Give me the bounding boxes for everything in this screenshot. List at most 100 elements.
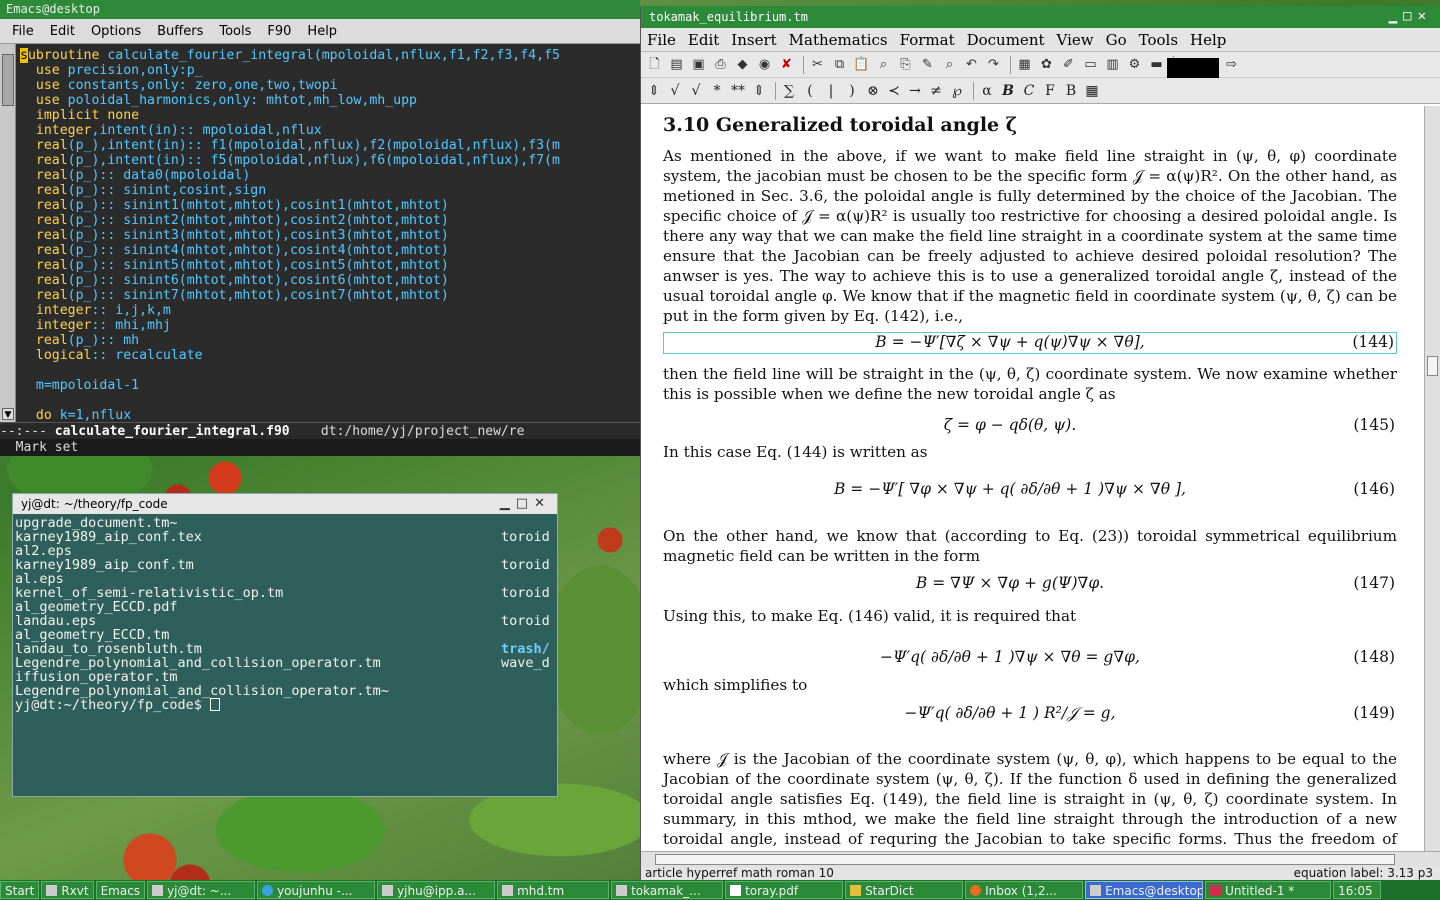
emacs-menu-buffers[interactable]: Buffers [149,24,211,39]
start-button[interactable]: Start [0,881,40,899]
math-tool-sub[interactable]: * [708,81,726,101]
math-tool-cal[interactable]: C [1020,81,1038,101]
scroll-thumb[interactable] [1427,356,1438,376]
terminal-title-bar[interactable]: yj@dt: ~/theory/fp_code ▁□✕ [13,494,557,514]
code-line[interactable]: real(p_):: data0(mpoloidal) [20,168,638,183]
forward-icon[interactable]: ⇨ [1222,55,1241,74]
tm-menu-document[interactable]: Document [961,31,1051,49]
emacs-scroll-thumb[interactable] [2,54,14,106]
task-mhd[interactable]: mhd.tm [497,881,610,899]
spell-icon[interactable]: ✎ [918,55,937,74]
task-terminal[interactable]: yj@dt: ~... [147,881,256,899]
code-line[interactable] [20,363,638,378]
open-icon[interactable]: ▤ [667,55,686,74]
math-tool-bbb[interactable]: B [1062,81,1080,101]
package-icon[interactable]: ◉ [755,55,774,74]
code-line[interactable]: integer:: i,j,k,m [20,303,638,318]
terminal-window[interactable]: yj@dt: ~/theory/fp_code ▁□✕ upgrade_docu… [12,493,558,797]
tm-menu-go[interactable]: Go [1100,31,1133,49]
code-line[interactable]: real(p_):: sinint,cosint,sign [20,183,638,198]
cancel-icon[interactable]: ✘ [777,55,796,74]
math-tool-otimes[interactable]: ⊗ [864,81,882,101]
code-line[interactable]: real(p_):: sinint7(mhtot,mhtot),cosint7(… [20,288,638,303]
tm-menu-file[interactable]: File [641,31,682,49]
math-tool-bold[interactable]: B [999,81,1017,101]
new-document-icon[interactable]: 🗋 [645,55,664,74]
style-icon[interactable]: ◆ [733,55,752,74]
equation-144[interactable]: B = −Ψ′[∇ζ × ∇ψ + q(ψ)∇ψ × ∇θ], (144) [663,332,1397,354]
math-tool-5[interactable]: ⇕ [750,81,768,101]
code-line[interactable]: m=mpoloidal-1 [20,378,638,393]
code-line[interactable]: subroutine calculate_fourier_integral(mp… [20,48,638,63]
paste-icon[interactable]: 📋 [852,55,871,74]
tm-menu-edit[interactable]: Edit [682,31,725,49]
minimize-icon[interactable]: ▁ [1389,8,1403,24]
code-line[interactable]: real(p_):: sinint6(mhtot,mhtot),cosint6(… [20,273,638,288]
launcher-rxvt[interactable]: Rxvt [41,881,94,899]
code-line[interactable]: implicit none [20,108,638,123]
code-line[interactable]: real(p_):: sinint1(mhtot,mhtot),cosint1(… [20,198,638,213]
math-tool-greek[interactable]: α [978,81,996,101]
document-horizontal-scrollbar[interactable] [641,851,1440,867]
paragraph-1[interactable]: As mentioned in the above, if we want to… [663,146,1397,326]
math-tool-neq[interactable]: ≠ [927,81,945,101]
task-untitled[interactable]: Untitled-1 * [1205,881,1332,899]
find-icon[interactable]: ⌕ [940,55,959,74]
paragraph-3[interactable]: In this case Eq. (144) is written as [663,442,1397,462]
tm-menu-help[interactable]: Help [1184,31,1232,49]
emacs-menu-f90[interactable]: F90 [259,24,299,39]
math-tool-sqrt[interactable]: √ [666,81,684,101]
tm-menu-view[interactable]: View [1051,31,1100,49]
document-vertical-scrollbar[interactable] [1424,106,1440,851]
emacs-window[interactable]: Emacs@desktop File Edit Options Buffers … [0,0,640,456]
math-tool-lparen[interactable]: ( [801,81,819,101]
emacs-menu-options[interactable]: Options [83,24,149,39]
task-skype[interactable]: youjunhu -... [257,881,376,899]
emacs-menu-tools[interactable]: Tools [211,24,259,39]
table-icon[interactable]: ▦ [1015,55,1034,74]
screen-icon[interactable]: ▭ [1081,55,1100,74]
code-line[interactable]: integer:: mhi,mhj [20,318,638,333]
tm-menu-mathematics[interactable]: Mathematics [783,31,894,49]
equation-149[interactable]: −Ψ′q( ∂δ/∂θ + 1 ) R²/𝒥 = g, (149) [663,692,1397,738]
minimize-icon[interactable]: ▁ [500,496,516,511]
math-tool-frak[interactable]: F [1041,81,1059,101]
redo-icon[interactable]: ↷ [984,55,1003,74]
launcher-emacs[interactable]: Emacs [95,881,146,899]
tm-menu-insert[interactable]: Insert [725,31,782,49]
math-tool-bar[interactable]: | [822,81,840,101]
code-line[interactable]: real(p_):: sinint5(mhtot,mhtot),cosint5(… [20,258,638,273]
math-tool-0[interactable]: ⇕ [645,81,663,101]
maximize-icon[interactable]: □ [1403,8,1417,24]
math-tool-arrow[interactable]: → [906,81,924,101]
code-line[interactable]: real(p_):: sinint4(mhtot,mhtot),cosint4(… [20,243,638,258]
code-line[interactable]: use poloidal_harmonics,only: mhtot,mh_lo… [20,93,638,108]
print-icon[interactable]: ⎙ [711,55,730,74]
code-line[interactable]: real(p_):: mh [20,333,638,348]
code-line[interactable]: use precision,only:p_ [20,63,638,78]
scroll-thumb[interactable] [655,854,1395,865]
tm-menu-tools[interactable]: Tools [1133,31,1184,49]
plugin-icon[interactable]: ⚙ [1125,55,1144,74]
undo-icon[interactable]: ↶ [962,55,981,74]
texmacs-title-bar[interactable]: tokamak_equilibrium.tm ▁□✕ [641,6,1440,28]
equation-147[interactable]: B = ∇Ψ × ∇φ + g(Ψ)∇φ. (147) [663,574,1397,596]
emacs-buffer[interactable]: ▼ subroutine calculate_fourier_integral(… [0,44,640,423]
image-icon[interactable]: ✿ [1037,55,1056,74]
code-line[interactable]: integer,intent(in):: mpoloidal,nflux [20,123,638,138]
task-tokamak[interactable]: tokamak_... [611,881,724,899]
math-tool-rparen[interactable]: ) [843,81,861,101]
link-icon[interactable]: ✐ [1059,55,1078,74]
search-icon[interactable]: ⌕ [874,55,893,74]
task-toray[interactable]: toray.pdf [725,881,844,899]
paragraph-7[interactable]: where 𝒥 is the Jacobian of the coordinat… [663,749,1397,851]
task-mail[interactable]: yjhu@ipp.a... [377,881,496,899]
equation-146[interactable]: B = −Ψ′[ ∇φ × ∇ψ + q( ∂δ/∂θ + 1 )∇ψ × ∇θ… [663,468,1397,514]
replace-icon[interactable]: ⎘ [896,55,915,74]
maximize-icon[interactable]: □ [516,496,534,511]
code-line[interactable] [20,393,638,408]
math-tool-prec[interactable]: ≺ [885,81,903,101]
emacs-menu-edit[interactable]: Edit [42,24,83,39]
code-editor[interactable]: subroutine calculate_fourier_integral(mp… [20,48,638,423]
math-tool-wp[interactable]: ℘ [948,81,966,101]
